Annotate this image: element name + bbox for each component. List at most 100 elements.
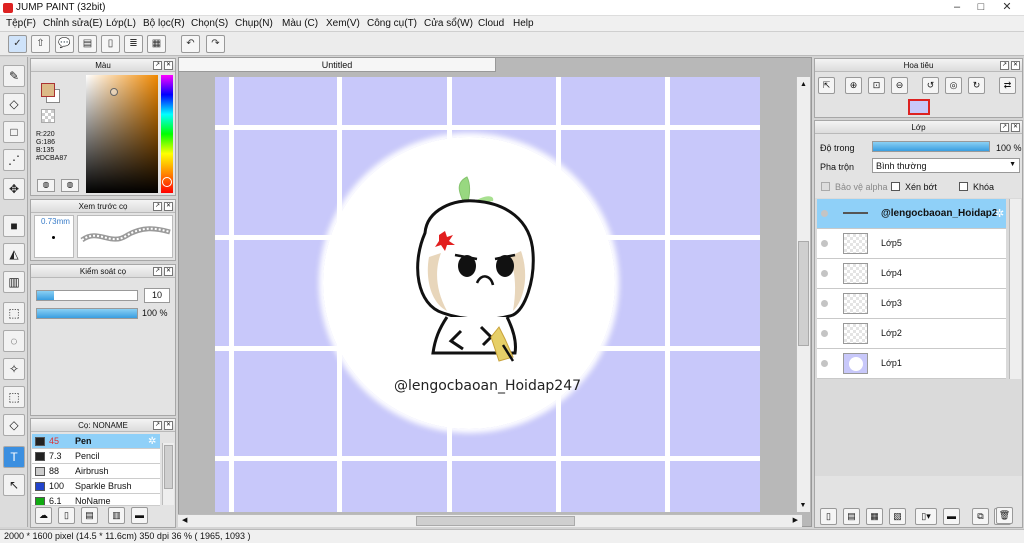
layer-row-4[interactable]: Lớp4	[817, 259, 1006, 289]
rect-tool-icon[interactable]: □	[3, 121, 25, 143]
layer-row-5[interactable]: Lớp5	[817, 229, 1006, 259]
close-button[interactable]: ✕	[996, 1, 1018, 14]
menu-cloud[interactable]: Cloud	[478, 18, 504, 29]
blend-mode-select[interactable]: Bình thường ▼	[872, 158, 1020, 173]
eye-icon[interactable]	[821, 360, 828, 367]
brush-item-pencil[interactable]: 7.3 Pencil	[32, 449, 160, 464]
rotate-right-icon[interactable]: ↻	[968, 77, 985, 94]
document-icon[interactable]: ▯	[101, 35, 120, 53]
panel-detach-icon[interactable]: ↗	[153, 421, 162, 430]
flip-icon[interactable]: ⇄	[999, 77, 1016, 94]
brush-size-slider[interactable]	[36, 290, 138, 301]
panel-detach-icon[interactable]: ↗	[153, 202, 162, 211]
navigator-thumbnail[interactable]	[908, 99, 930, 115]
protect-alpha-checkbox[interactable]	[821, 182, 830, 191]
text-tool-icon[interactable]: T	[3, 446, 25, 468]
layer-row-1[interactable]: Lớp1	[817, 349, 1006, 379]
menu-edit[interactable]: Chỉnh sửa(E)	[43, 18, 103, 29]
panel-detach-icon[interactable]: ↗	[153, 267, 162, 276]
panel-detach-icon[interactable]: ↗	[153, 61, 162, 70]
panel-close-icon[interactable]: ✕	[164, 267, 173, 276]
layer-list-scrollbar[interactable]	[1009, 199, 1021, 379]
panel-close-icon[interactable]: ✕	[164, 202, 173, 211]
eye-icon[interactable]	[821, 210, 828, 217]
clipping-checkbox[interactable]	[891, 182, 900, 191]
nav-fit-icon[interactable]: ⇱	[818, 77, 835, 94]
gear-icon[interactable]: ✲	[995, 207, 1004, 220]
brush-opacity-slider[interactable]	[36, 308, 138, 319]
gear-icon[interactable]: ✲	[148, 435, 156, 449]
operation-tool-icon[interactable]: ↖	[3, 474, 25, 496]
color-picker-handle[interactable]	[110, 88, 118, 96]
redo-icon[interactable]: ↷	[206, 35, 225, 53]
saturation-value-picker[interactable]	[86, 75, 158, 193]
hue-slider-handle[interactable]	[162, 177, 172, 187]
menu-file[interactable]: Tệp(F)	[6, 18, 36, 29]
scroll-left-icon[interactable]: ◀	[182, 516, 187, 524]
menu-capture[interactable]: Chụp(N)	[235, 18, 273, 29]
select-rect-tool-icon[interactable]: ⬚	[3, 302, 25, 324]
line-tool-icon[interactable]: ⋰	[3, 149, 25, 171]
brush-item-pen[interactable]: 45 Pen ✲	[32, 434, 160, 449]
new-text-layer-icon[interactable]: ▧	[889, 508, 906, 525]
brush-copy-icon[interactable]: ▥	[108, 507, 125, 524]
move-tool-icon[interactable]: ✥	[3, 178, 25, 200]
palette-settings-icon[interactable]: ◍	[61, 179, 79, 192]
eye-icon[interactable]	[821, 330, 828, 337]
add-layer-menu-icon[interactable]: ▯▾	[915, 508, 937, 525]
eraser-tool-icon[interactable]: ◇	[3, 93, 25, 115]
scroll-right-icon[interactable]: ▶	[793, 516, 798, 524]
palette-icon[interactable]: ◍	[37, 179, 55, 192]
brush-new-icon[interactable]: ▯	[58, 507, 75, 524]
scroll-up-icon[interactable]: ▲	[797, 81, 810, 88]
select-eraser-tool-icon[interactable]: ◇	[3, 414, 25, 436]
brush-cloud-icon[interactable]: ☁	[35, 507, 52, 524]
layer-row-3[interactable]: Lớp3	[817, 289, 1006, 319]
undo-icon[interactable]: ↶	[181, 35, 200, 53]
menu-window[interactable]: Cửa sổ(W)	[424, 18, 473, 29]
rotate-reset-icon[interactable]: ◎	[945, 77, 962, 94]
scroll-down-icon[interactable]: ▼	[797, 502, 809, 509]
new-layer-icon[interactable]: ▯	[820, 508, 837, 525]
comment-icon[interactable]: 💬	[55, 35, 74, 53]
panel-close-icon[interactable]: ✕	[164, 61, 173, 70]
pen-tool-icon[interactable]: ✎	[3, 65, 25, 87]
settings-icon[interactable]: ✓	[8, 35, 27, 53]
transparent-color-swatch[interactable]	[41, 109, 55, 123]
menu-filter[interactable]: Bộ lọc(R)	[143, 18, 185, 29]
brush-add-icon[interactable]: ▤	[81, 507, 98, 524]
zoom-in-icon[interactable]: ⊕	[845, 77, 862, 94]
eye-icon[interactable]	[821, 300, 828, 307]
new-raster-layer-icon[interactable]: ▤	[843, 508, 860, 525]
canvas-horizontal-scrollbar[interactable]: ◀ ▶	[178, 514, 802, 527]
lasso-tool-icon[interactable]: ◌	[3, 330, 25, 352]
brush-item-sparkle[interactable]: 100 Sparkle Brush	[32, 479, 160, 494]
menu-tools[interactable]: Công cụ(T)	[367, 18, 417, 29]
magic-wand-tool-icon[interactable]: ✧	[3, 358, 25, 380]
brush-folder-icon[interactable]: ▬	[131, 507, 148, 524]
maximize-button[interactable]: □	[970, 1, 992, 14]
menu-help[interactable]: Help	[513, 18, 534, 29]
document-canvas[interactable]: @lengocbaoan_Hoidap247	[215, 77, 760, 512]
layer-opacity-slider[interactable]	[872, 141, 990, 152]
panel-detach-icon[interactable]: ↗	[1000, 123, 1009, 132]
menu-layer[interactable]: Lớp(L)	[106, 18, 136, 29]
bucket-tool-icon[interactable]: ◭	[3, 243, 25, 265]
grid-icon[interactable]: ▦	[147, 35, 166, 53]
brush-item-airbrush[interactable]: 88 Airbrush	[32, 464, 160, 479]
canvas-vertical-scrollbar[interactable]: ▲ ▼	[796, 77, 810, 512]
zoom-out-icon[interactable]: ⊖	[891, 77, 908, 94]
rotate-left-icon[interactable]: ↺	[922, 77, 939, 94]
layer-row-2[interactable]: Lớp2	[817, 319, 1006, 349]
new-folder-icon[interactable]: ▬	[943, 508, 960, 525]
brush-list-scrollbar[interactable]	[162, 443, 174, 505]
panel-close-icon[interactable]: ✕	[164, 421, 173, 430]
brush-item-noname[interactable]: 6.1 NoName	[32, 494, 160, 506]
delete-layer-icon[interactable]: 🗑	[996, 507, 1013, 524]
select-pen-tool-icon[interactable]: ⬚	[3, 386, 25, 408]
gradient-tool-icon[interactable]: ▥	[3, 271, 25, 293]
foreground-color-swatch[interactable]	[41, 83, 55, 97]
new-halftone-layer-icon[interactable]: ▦	[866, 508, 883, 525]
menu-color[interactable]: Màu (C)	[282, 18, 318, 29]
duplicate-layer-icon[interactable]: ⧉	[972, 508, 989, 525]
